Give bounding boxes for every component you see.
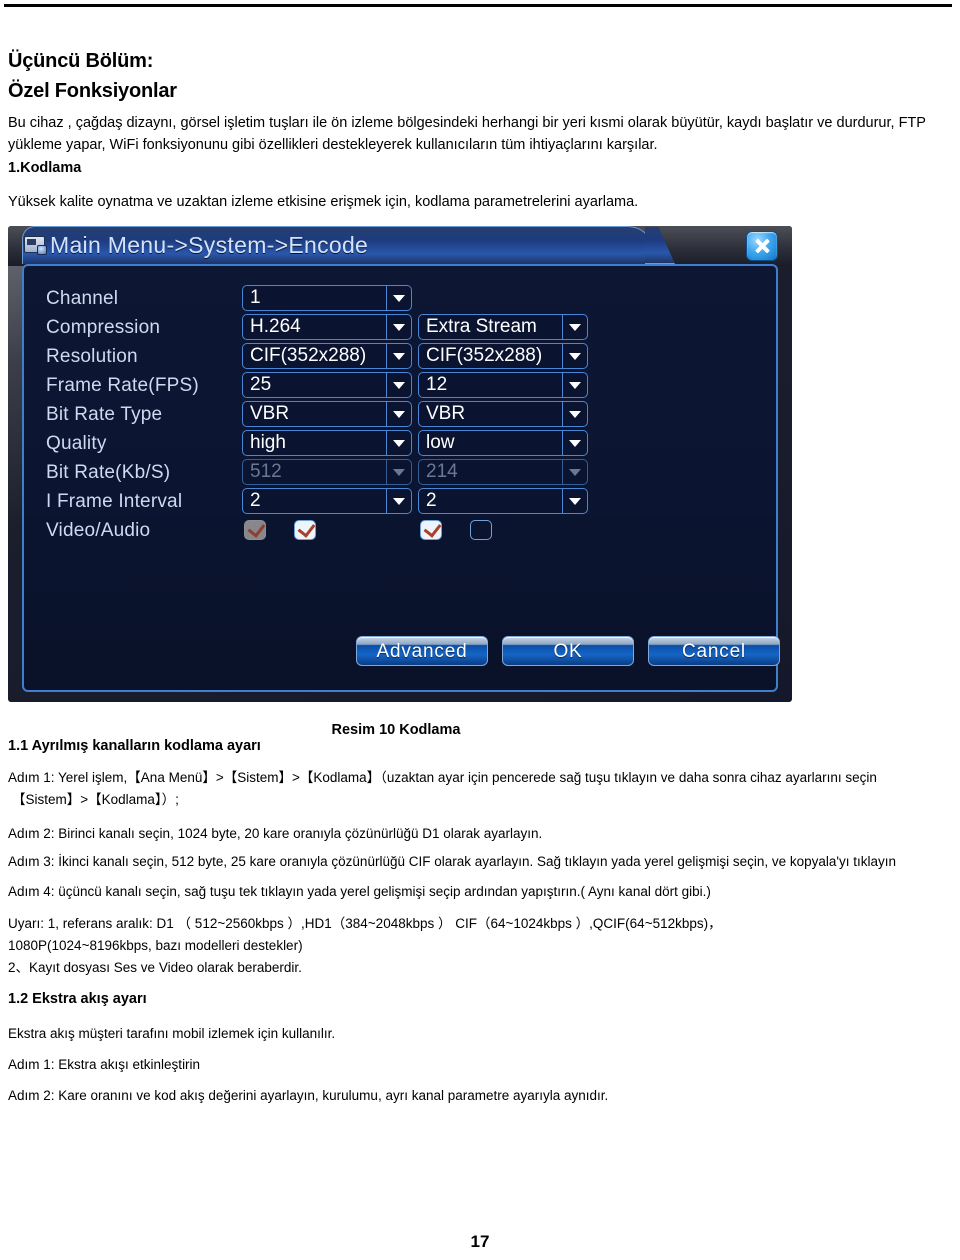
quality-main-value: high	[250, 432, 286, 453]
bit-rate-extra-select[interactable]: 214	[418, 459, 588, 485]
label-bit-rate: Bit Rate(Kb/S)	[46, 462, 171, 483]
chapter-title-line1: Üçüncü Bölüm:	[8, 50, 154, 72]
label-video-audio: Video/Audio	[46, 520, 151, 541]
page-number: 17	[470, 1232, 490, 1251]
label-i-frame-interval: I Frame Interval	[46, 491, 183, 512]
dialog-panel: Channel 1 Compression H.264 Extra Stream	[22, 264, 780, 692]
dvr-encode-dialog-screenshot: Main Menu->System->Encode Channel 1 Comp…	[8, 226, 792, 702]
chevron-down-icon	[386, 402, 411, 426]
document-page: Üçüncü Bölüm: Özel Fonksiyonlar Bu cihaz…	[0, 0, 960, 1260]
chevron-down-icon	[562, 460, 587, 484]
bit-rate-type-extra-value: VBR	[426, 403, 466, 424]
compression-main-value: H.264	[250, 316, 301, 337]
dialog-title-text: Main Menu->System->Encode	[50, 232, 369, 258]
i-frame-interval-main-value: 2	[250, 490, 261, 511]
bit-rate-main-select[interactable]: 512	[242, 459, 412, 485]
ok-button-label: OK	[553, 641, 583, 662]
compression-extra-select[interactable]: Extra Stream	[418, 314, 588, 340]
chevron-down-icon	[386, 431, 411, 455]
paragraph-ekstra-adim-1: Adım 1: Ekstra akışı etkinleştirin	[8, 1057, 201, 1072]
i-frame-interval-main-select[interactable]: 2	[242, 488, 412, 514]
dialog-titlebar: Main Menu->System->Encode	[8, 226, 792, 266]
intro-paragraph: Bu cihaz , çağdaş dizaynı, görsel işleti…	[8, 112, 952, 156]
bit-rate-main-value: 512	[250, 461, 282, 482]
section-kodlama-description: Yüksek kalite oynatma ve uzaktan izleme …	[8, 194, 639, 210]
compression-extra-value: Extra Stream	[426, 316, 537, 337]
paragraph-ekstra-adim-2: Adım 2: Kare oranını ve kod akış değerin…	[8, 1088, 609, 1103]
paragraph-adim-1b: 【Sistem】>【Kodlama】）;	[12, 792, 179, 807]
chevron-down-icon	[562, 489, 587, 513]
advanced-button-label: Advanced	[376, 641, 468, 662]
chevron-down-icon	[386, 344, 411, 368]
chevron-down-icon	[562, 431, 587, 455]
frame-rate-main-select[interactable]: 25	[242, 372, 412, 398]
chevron-down-icon	[562, 373, 587, 397]
quality-main-select[interactable]: high	[242, 430, 412, 456]
paragraph-adim-2: Adım 2: Birinci kanalı seçin, 1024 byte,…	[8, 826, 543, 841]
i-frame-interval-extra-select[interactable]: 2	[418, 488, 588, 514]
chevron-down-icon	[386, 460, 411, 484]
quality-extra-select[interactable]: low	[418, 430, 588, 456]
intro-line-2: yükleme yapar, WiFi fonksiyonunu gibi öz…	[8, 137, 658, 153]
paragraph-adim-3: Adım 3: İkinci kanalı seçin, 512 byte, 2…	[8, 854, 897, 869]
cancel-button[interactable]: Cancel	[648, 636, 780, 666]
resolution-extra-select[interactable]: CIF(352x288)	[418, 343, 588, 369]
section-heading-1-2: 1.2 Ekstra akış ayarı	[8, 991, 147, 1007]
extra-audio-checkbox[interactable]	[470, 520, 492, 540]
paragraph-adim-4: Adım 4: üçüncü kanalı seçin, sağ tuşu te…	[8, 884, 711, 899]
bit-rate-type-extra-select[interactable]: VBR	[418, 401, 588, 427]
paragraph-kayit: 2、Kayıt dosyası Ses ve Video olarak bera…	[8, 960, 302, 975]
channel-main-select[interactable]: 1	[242, 285, 412, 311]
cancel-button-label: Cancel	[682, 641, 746, 662]
chevron-down-icon	[386, 286, 411, 310]
intro-line-1: Bu cihaz , çağdaş dizaynı, görsel işleti…	[8, 115, 926, 131]
paragraph-adim-1: Adım 1: Yerel işlem,【Ana Menü】>【Sistem】>…	[8, 770, 877, 785]
frame-rate-extra-select[interactable]: 12	[418, 372, 588, 398]
bit-rate-type-main-select[interactable]: VBR	[242, 401, 412, 427]
label-compression: Compression	[46, 317, 161, 338]
resolution-extra-value: CIF(352x288)	[426, 345, 543, 366]
section-heading-1-1: 1.1 Ayrılmış kanalların kodlama ayarı	[8, 738, 261, 754]
chevron-down-icon	[386, 373, 411, 397]
chevron-down-icon	[562, 344, 587, 368]
bit-rate-type-main-value: VBR	[250, 403, 290, 424]
main-video-checkbox[interactable]	[244, 519, 266, 540]
close-icon[interactable]	[746, 231, 778, 261]
label-quality: Quality	[46, 433, 107, 454]
section-heading-kodlama: 1.Kodlama	[8, 160, 82, 176]
header-rule	[4, 4, 952, 7]
dialog-form: Channel 1 Compression H.264 Extra Stream	[24, 266, 780, 690]
chevron-down-icon	[562, 402, 587, 426]
label-frame-rate: Frame Rate(FPS)	[46, 375, 199, 396]
frame-rate-extra-value: 12	[426, 374, 448, 395]
label-bit-rate-type: Bit Rate Type	[46, 404, 163, 425]
ok-button[interactable]: OK	[502, 636, 634, 666]
paragraph-ekstra-description: Ekstra akış müşteri tarafını mobil izlem…	[8, 1026, 336, 1041]
channel-main-value: 1	[250, 287, 261, 308]
chevron-down-icon	[386, 315, 411, 339]
compression-main-select[interactable]: H.264	[242, 314, 412, 340]
label-channel: Channel	[46, 288, 119, 309]
chapter-title-line2: Özel Fonksiyonlar	[8, 80, 177, 102]
paragraph-uyari-line-1: Uyarı: 1, referans aralık: D1 （ 512~2560…	[8, 916, 722, 931]
chevron-down-icon	[562, 315, 587, 339]
resolution-main-value: CIF(352x288)	[250, 345, 367, 366]
i-frame-interval-extra-value: 2	[426, 490, 437, 511]
resolution-main-select[interactable]: CIF(352x288)	[242, 343, 412, 369]
advanced-button[interactable]: Advanced	[356, 636, 488, 666]
monitor-settings-icon	[24, 236, 47, 255]
figure-caption: Resim 10 Kodlama	[331, 722, 461, 738]
paragraph-uyari-line-2: 1080P(1024~8196kbps, bazı modelleri dest…	[8, 938, 303, 953]
extra-video-checkbox[interactable]	[420, 519, 442, 540]
chevron-down-icon	[386, 489, 411, 513]
quality-extra-value: low	[426, 432, 455, 453]
frame-rate-main-value: 25	[250, 374, 272, 395]
label-resolution: Resolution	[46, 346, 138, 367]
main-audio-checkbox[interactable]	[294, 519, 316, 540]
bit-rate-extra-value: 214	[426, 461, 458, 482]
